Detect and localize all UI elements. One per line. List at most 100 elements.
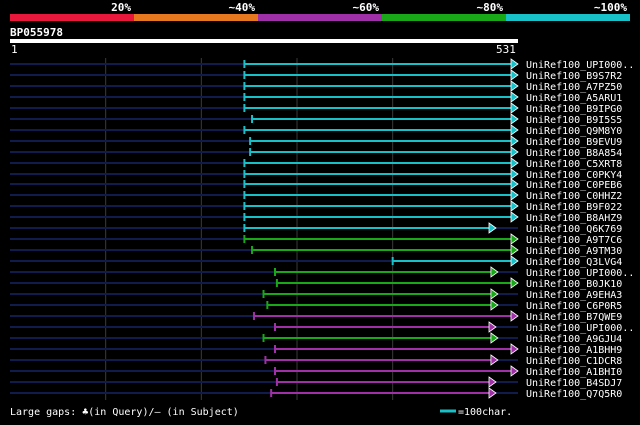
hit-label[interactable]: UniRef100_Q3LVG4 xyxy=(526,257,622,268)
hit-label[interactable]: UniRef100_Q7Q5R0 xyxy=(526,389,622,400)
hit-arrow xyxy=(510,168,519,180)
hit-arrow xyxy=(510,211,519,223)
hit-label[interactable]: UniRef100_B8AHZ9 xyxy=(526,213,622,224)
query-track: BP055978 1 531 xyxy=(10,26,518,56)
hit-arrow xyxy=(510,310,519,322)
hit-label[interactable]: UniRef100_A9GJU4 xyxy=(526,334,622,345)
hit-label[interactable]: UniRef100_A9TM30 xyxy=(526,246,622,257)
legend-swatch-2 xyxy=(134,14,258,21)
hit-row[interactable]: UniRef100_Q3LVG4 xyxy=(10,255,622,268)
hit-label[interactable]: UniRef100_UPI000.. xyxy=(526,60,634,71)
hit-arrow xyxy=(490,354,499,366)
identity-legend: 20% ~40% ~60% ~80% ~100% xyxy=(10,1,630,21)
hit-row[interactable]: UniRef100_B8AHZ9 xyxy=(10,211,622,224)
hit-arrow xyxy=(510,157,519,169)
query-end-label: 531 xyxy=(496,43,516,56)
hit-row[interactable]: UniRef100_B4SDJ7 xyxy=(10,376,622,389)
hit-label[interactable]: UniRef100_B9I5S5 xyxy=(526,115,622,126)
hit-label[interactable]: UniRef100_B8A854 xyxy=(526,148,622,159)
hit-label[interactable]: UniRef100_C0HHZ2 xyxy=(526,191,622,202)
hit-row[interactable]: UniRef100_B9IPG0 xyxy=(10,102,622,115)
hit-row[interactable]: UniRef100_UPI000.. xyxy=(10,266,634,279)
hit-row[interactable]: UniRef100_B8A854 xyxy=(10,146,622,159)
hit-arrow xyxy=(510,80,519,92)
hit-label[interactable]: UniRef100_A1BHH9 xyxy=(526,345,622,356)
hit-row[interactable]: UniRef100_C5XRT8 xyxy=(10,157,622,170)
hit-arrow xyxy=(510,200,519,212)
hit-row[interactable]: UniRef100_A9TM30 xyxy=(10,244,622,257)
blast-graphic-overview: 20% ~40% ~60% ~80% ~100% BP055978 1 531 UniR… xyxy=(0,0,640,421)
hit-label[interactable]: UniRef100_UPI000.. xyxy=(526,268,634,279)
hit-arrow xyxy=(488,376,497,388)
hit-arrow xyxy=(510,146,519,158)
hit-row[interactable]: UniRef100_C0HHZ2 xyxy=(10,189,622,202)
hit-arrow xyxy=(510,277,519,289)
hit-row[interactable]: UniRef100_C1DCR8 xyxy=(10,354,622,367)
hit-label[interactable]: UniRef100_B9IPG0 xyxy=(526,104,622,115)
hit-row[interactable]: UniRef100_A7PZ50 xyxy=(10,80,622,93)
hit-arrow xyxy=(510,91,519,103)
hit-label[interactable]: UniRef100_A1BHI0 xyxy=(526,367,622,378)
hit-arrow xyxy=(490,332,499,344)
hit-arrow xyxy=(488,387,497,399)
hit-label[interactable]: UniRef100_C5XRT8 xyxy=(526,159,622,170)
hit-row[interactable]: UniRef100_A9EHA3 xyxy=(10,288,622,301)
legend-label: 20% xyxy=(111,1,131,14)
hit-row[interactable]: UniRef100_B9F022 xyxy=(10,200,622,213)
hit-label[interactable]: UniRef100_C0PEB6 xyxy=(526,180,622,191)
hit-label[interactable]: UniRef100_Q9M8Y0 xyxy=(526,126,622,137)
footer: Large gaps: ♣(in Query)/— (in Subject) =… xyxy=(10,407,512,418)
hit-label[interactable]: UniRef100_B9EVU9 xyxy=(526,137,622,148)
hit-arrow xyxy=(510,178,519,190)
hit-label[interactable]: UniRef100_B4SDJ7 xyxy=(526,378,622,389)
query-start-label: 1 xyxy=(11,43,18,56)
hit-row[interactable]: UniRef100_B9EVU9 xyxy=(10,135,622,148)
hit-row[interactable]: UniRef100_Q7Q5R0 xyxy=(10,387,622,400)
hit-label[interactable]: UniRef100_A9T7C6 xyxy=(526,235,622,246)
hit-row[interactable]: UniRef100_A5ARU1 xyxy=(10,91,622,104)
hit-list: UniRef100_UPI000..UniRef100_B9S7R2UniRef… xyxy=(10,58,634,400)
hit-row[interactable]: UniRef100_B9S7R2 xyxy=(10,69,622,82)
hit-row[interactable]: UniRef100_Q9M8Y0 xyxy=(10,124,622,137)
hit-arrow xyxy=(510,113,519,125)
hit-row[interactable]: UniRef100_A9GJU4 xyxy=(10,332,622,345)
hit-row[interactable]: UniRef100_UPI000.. xyxy=(10,321,634,334)
hit-label[interactable]: UniRef100_A9EHA3 xyxy=(526,290,622,301)
hit-row[interactable]: UniRef100_UPI000.. xyxy=(10,58,634,71)
hit-label[interactable]: UniRef100_B9S7R2 xyxy=(526,71,622,82)
hit-arrow xyxy=(510,189,519,201)
legend-label: ~40% xyxy=(229,1,256,14)
hit-row[interactable]: UniRef100_B0JK10 xyxy=(10,277,622,290)
legend-swatch-4 xyxy=(382,14,506,21)
hit-row[interactable]: UniRef100_A1BHH9 xyxy=(10,343,622,356)
hit-label[interactable]: UniRef100_B7QWE9 xyxy=(526,312,622,323)
hit-arrow xyxy=(510,255,519,267)
hit-arrow xyxy=(488,321,497,333)
hit-row[interactable]: UniRef100_A9T7C6 xyxy=(10,233,622,246)
hit-label[interactable]: UniRef100_Q6K769 xyxy=(526,224,622,235)
hit-arrow xyxy=(510,343,519,355)
legend-swatch-5 xyxy=(506,14,630,21)
hit-row[interactable]: UniRef100_Q6K769 xyxy=(10,222,622,235)
hit-arrow xyxy=(488,222,497,234)
hit-row[interactable]: UniRef100_A1BHI0 xyxy=(10,365,622,378)
hit-label[interactable]: UniRef100_UPI000.. xyxy=(526,323,634,334)
hit-label[interactable]: UniRef100_B0JK10 xyxy=(526,279,622,290)
hit-label[interactable]: UniRef100_B9F022 xyxy=(526,202,622,213)
hit-arrow xyxy=(510,124,519,136)
hit-row[interactable]: UniRef100_C0PEB6 xyxy=(10,178,622,191)
hit-arrow xyxy=(510,244,519,256)
hit-label[interactable]: UniRef100_A7PZ50 xyxy=(526,82,622,93)
hit-label[interactable]: UniRef100_C1DCR8 xyxy=(526,356,622,367)
hit-row[interactable]: UniRef100_B7QWE9 xyxy=(10,310,622,323)
hit-arrow xyxy=(510,233,519,245)
hit-arrow xyxy=(510,102,519,114)
legend-label: ~60% xyxy=(353,1,380,14)
legend-label: ~100% xyxy=(594,1,627,14)
hit-arrow xyxy=(490,266,499,278)
hit-label[interactable]: UniRef100_C6P0R5 xyxy=(526,301,622,312)
hit-arrow xyxy=(490,299,499,311)
hit-label[interactable]: UniRef100_A5ARU1 xyxy=(526,93,622,104)
hit-row[interactable]: UniRef100_B9I5S5 xyxy=(10,113,622,126)
hit-row[interactable]: UniRef100_C6P0R5 xyxy=(10,299,622,312)
